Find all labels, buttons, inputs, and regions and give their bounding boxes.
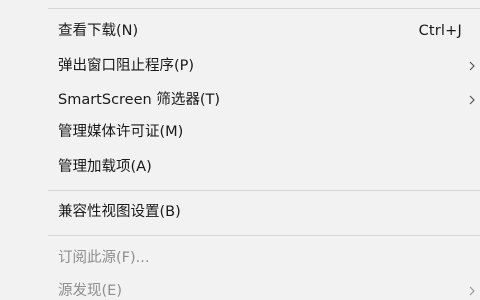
menu-divider [48,190,480,191]
menu-item-manage-media-licenses[interactable]: 管理媒体许可证(M) [0,119,480,145]
menu-item-compatibility-view-settings[interactable]: 兼容性视图设置(B) [0,199,480,225]
menu-item-feed-discovery: 源发现(E) [0,278,480,300]
menu-item-label: SmartScreen 筛选器(T) [58,92,220,108]
submenu-chevron-right-icon [469,87,477,113]
menu-divider [48,235,480,236]
menu-item-manage-addons[interactable]: 管理加载项(A) [0,154,480,180]
menu-item-smartscreen-filter[interactable]: SmartScreen 筛选器(T) [0,87,480,113]
submenu-chevron-right-icon [469,278,477,300]
menu-item-label: 源发现(E) [58,283,122,299]
menu-item-label: 兼容性视图设置(B) [58,204,181,220]
menu-item-label: 查看下载(N) [58,23,139,39]
menu-item-view-downloads[interactable]: 查看下载(N) Ctrl+J [0,18,480,44]
menu-item-popup-blocker[interactable]: 弹出窗口阻止程序(P) [0,53,480,79]
menu-item-shortcut: Ctrl+J [418,23,462,39]
menu-item-label: 弹出窗口阻止程序(P) [58,58,195,74]
menu-item-label: 管理媒体许可证(M) [58,124,184,140]
menu-divider-top [48,8,480,9]
submenu-chevron-right-icon [469,53,477,79]
tools-context-menu: 查看下载(N) Ctrl+J 弹出窗口阻止程序(P) SmartScreen 筛… [0,0,480,300]
menu-item-label: 管理加载项(A) [58,159,152,175]
menu-item-subscribe-feed: 订阅此源(F)... [0,245,480,271]
menu-item-label: 订阅此源(F)... [58,250,150,266]
